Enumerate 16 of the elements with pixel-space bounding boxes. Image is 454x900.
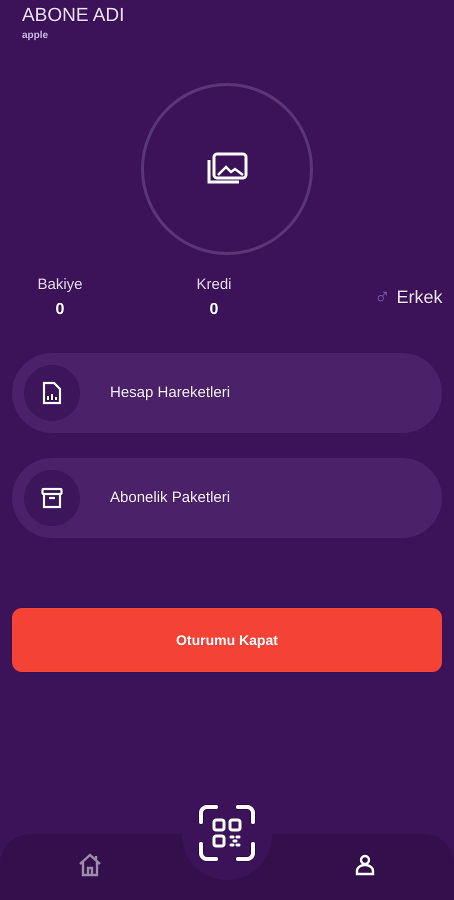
stat-label: Kredi (196, 274, 232, 295)
logout-button[interactable]: Oturumu Kapat (12, 608, 442, 672)
home-icon[interactable] (76, 852, 102, 878)
menu-item[interactable]: Abonelik Paketleri (12, 458, 442, 538)
stat-value: 0 (210, 300, 218, 320)
gender-label: Erkek (396, 286, 443, 308)
stat-value: 0 (56, 300, 64, 320)
male-icon: ♂ (374, 286, 390, 308)
archive-box-icon (41, 487, 63, 509)
stat-label: Bakiye (37, 274, 83, 295)
menu-item[interactable]: Hesap Hareketleri (12, 353, 442, 433)
username: apple (22, 29, 50, 43)
qr-scan-icon (198, 804, 256, 862)
chart-document-icon (42, 381, 62, 405)
person-icon[interactable] (354, 854, 376, 876)
subscriber-name: ABONE ADI (22, 4, 124, 28)
